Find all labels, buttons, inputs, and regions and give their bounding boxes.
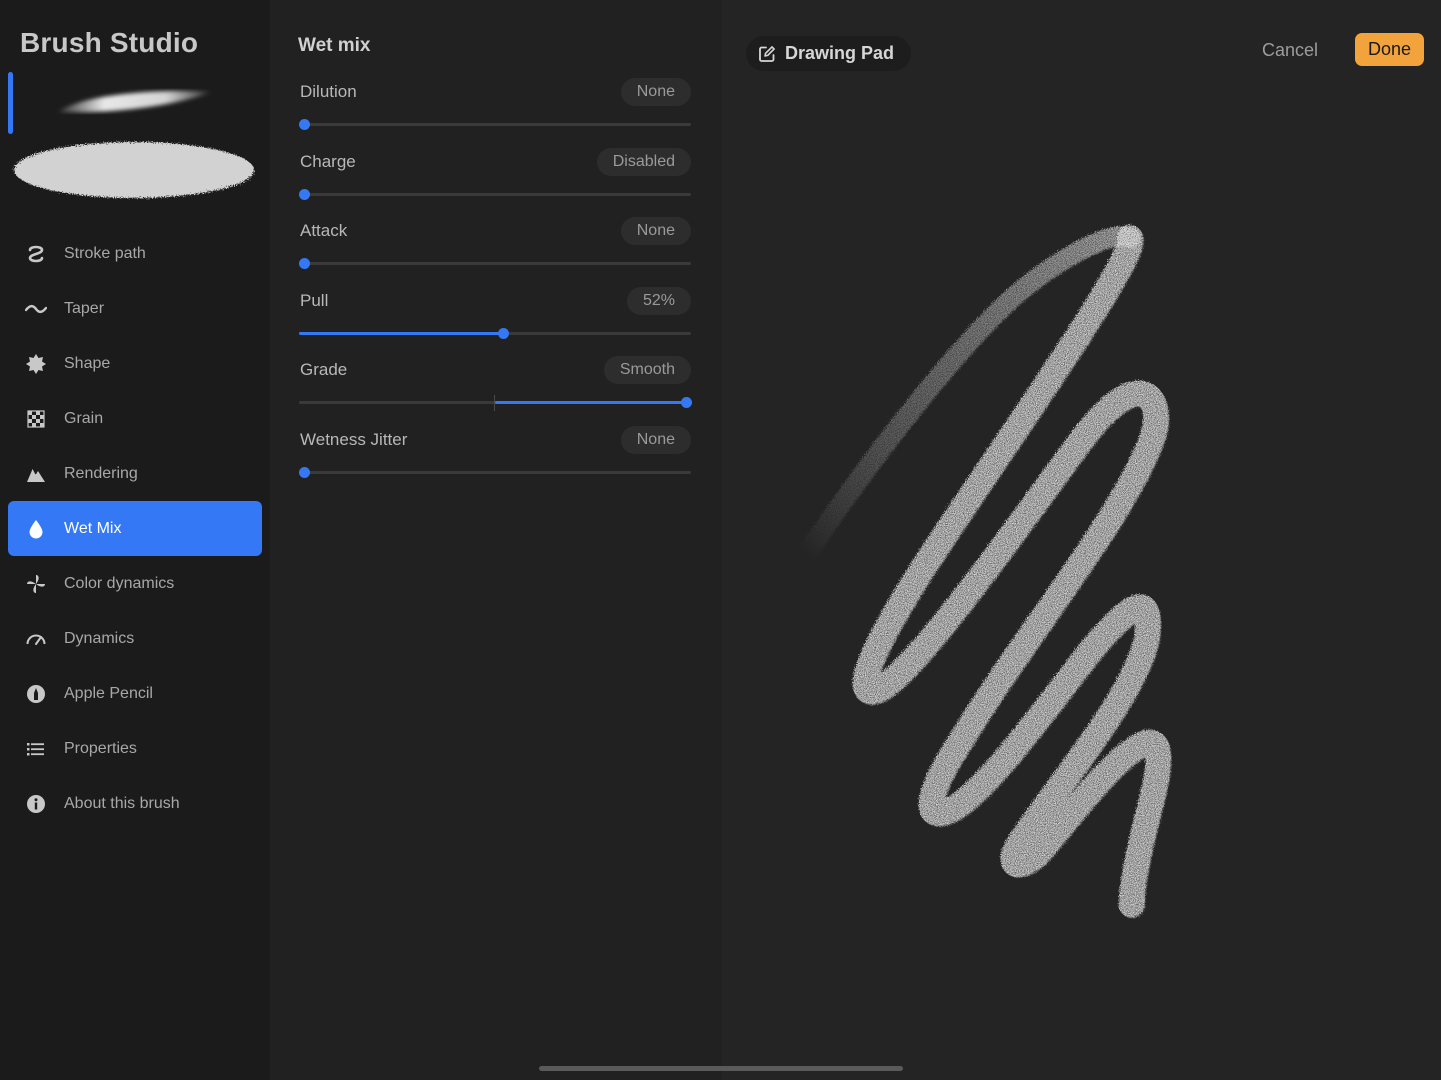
setting-label: Charge (300, 152, 356, 171)
setting-value-badge[interactable]: None (620, 426, 691, 454)
sidebar-item-wet-mix[interactable]: Wet Mix (8, 501, 262, 556)
slider-thumb[interactable] (299, 467, 310, 478)
section-title: Wet mix (298, 35, 371, 56)
shape-icon (24, 352, 48, 376)
sidebar: Brush Studio Stroke path Taper Shape Gra… (0, 0, 270, 1080)
sidebar-item-rendering[interactable]: Rendering (8, 446, 262, 501)
setting-dilution: Dilution None (299, 78, 691, 138)
sidebar-item-label: About this brush (64, 794, 180, 812)
slider-thumb[interactable] (497, 328, 509, 339)
pencil-info-icon (24, 682, 48, 706)
sidebar-item-label: Color dynamics (64, 574, 175, 592)
sidebar-item-label: Stroke path (64, 244, 146, 262)
setting-value-badge[interactable]: Smooth (603, 356, 691, 384)
stroke-path-icon (24, 242, 48, 266)
setting-attack: Attack None (299, 217, 691, 277)
sidebar-item-label: Shape (64, 354, 111, 372)
slider-fill (299, 332, 503, 335)
drawing-pad-canvas[interactable]: Drawing Pad Cancel Done (722, 0, 1441, 1080)
slider-track (299, 123, 691, 126)
setting-value-badge[interactable]: 52% (626, 287, 691, 315)
sidebar-item-apple-pencil[interactable]: Apple Pencil (8, 666, 262, 721)
grain-icon (24, 407, 48, 431)
home-indicator[interactable] (539, 1066, 903, 1071)
sidebar-item-label: Grain (64, 409, 104, 427)
sidebar-item-grain[interactable]: Grain (8, 391, 262, 446)
slider-track (299, 262, 691, 265)
settings-panel: Wet mix Dilution None Charge Disabled At… (270, 0, 722, 1080)
attack-slider[interactable] (299, 256, 691, 270)
setting-value-badge[interactable]: Disabled (596, 148, 691, 176)
setting-grade: Grade Smooth (299, 356, 692, 416)
setting-value-badge[interactable]: None (620, 78, 691, 106)
sidebar-item-dynamics[interactable]: Dynamics (8, 611, 262, 666)
setting-wetness-jitter: Wetness Jitter None (299, 426, 691, 486)
sidebar-item-properties[interactable]: Properties (8, 721, 262, 776)
sidebar-item-shape[interactable]: Shape (8, 336, 262, 391)
done-button[interactable]: Done (1355, 33, 1424, 66)
brush-stroke-preview (14, 90, 254, 198)
sidebar-item-label: Taper (64, 299, 105, 317)
drawing-pad-button[interactable]: Drawing Pad (746, 36, 912, 71)
water-drop-icon (24, 517, 48, 541)
sidebar-item-label: Apple Pencil (64, 684, 153, 702)
sidebar-item-stroke-path[interactable]: Stroke path (8, 226, 262, 281)
sidebar-item-label: Rendering (64, 464, 138, 482)
slider-track (299, 471, 691, 474)
setting-label: Pull (300, 291, 329, 310)
slider-thumb[interactable] (299, 119, 310, 130)
list-icon (24, 737, 48, 761)
sidebar-item-label: Wet Mix (64, 519, 122, 537)
sidebar-item-label: Dynamics (64, 629, 135, 647)
sample-brush-stroke (790, 225, 1172, 918)
setting-label: Attack (300, 221, 348, 240)
selection-indicator (8, 72, 13, 134)
speedometer-icon (24, 627, 48, 651)
cancel-button[interactable]: Cancel (1262, 36, 1318, 64)
sidebar-item-about-this-brush[interactable]: About this brush (8, 776, 262, 831)
sidebar-item-taper[interactable]: Taper (8, 281, 262, 336)
taper-icon (24, 297, 48, 321)
sidebar-item-label: Properties (64, 739, 137, 757)
slider-thumb[interactable] (681, 397, 692, 408)
rendering-icon (24, 462, 48, 486)
slider-fill (495, 401, 686, 404)
app-title: Brush Studio (20, 27, 199, 58)
edit-icon (759, 45, 775, 62)
slider-track (299, 193, 691, 196)
dilution-slider[interactable] (299, 117, 691, 131)
slider-thumb[interactable] (299, 189, 310, 200)
info-icon (24, 792, 48, 816)
setting-label: Dilution (300, 82, 357, 101)
wetness-jitter-slider[interactable] (299, 465, 691, 479)
setting-charge: Charge Disabled (299, 148, 691, 208)
grade-slider[interactable] (299, 395, 692, 411)
charge-slider[interactable] (299, 187, 691, 201)
drawing-pad-label: Drawing Pad (785, 43, 895, 63)
pull-slider[interactable] (299, 326, 691, 340)
setting-pull: Pull 52% (299, 287, 691, 347)
setting-label: Grade (300, 360, 348, 379)
slider-thumb[interactable] (299, 258, 310, 269)
color-dynamics-icon (24, 572, 48, 596)
setting-label: Wetness Jitter (300, 430, 408, 449)
brush-preview[interactable] (0, 70, 270, 210)
setting-value-badge[interactable]: None (620, 217, 691, 245)
sidebar-item-color-dynamics[interactable]: Color dynamics (8, 556, 262, 611)
brush-settings-nav: Stroke path Taper Shape Grain Rendering … (8, 226, 262, 831)
